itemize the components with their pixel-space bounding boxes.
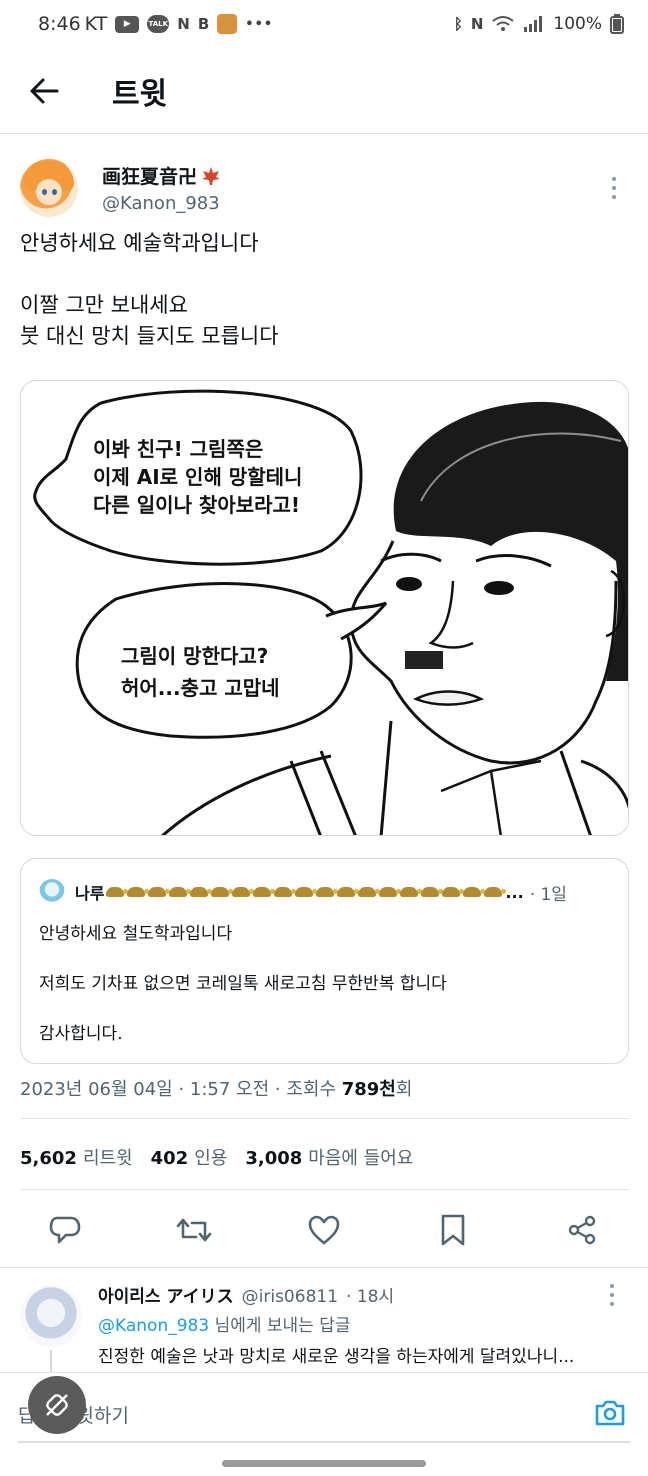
quotes-stat[interactable]: 402 인용: [151, 1144, 228, 1170]
tweet-actions: [0, 1198, 648, 1260]
tweet-image[interactable]: 이봐 친구! 그림쪽은 이제 AI로 인해 망할테니 다른 일이나 찾아보라고!…: [20, 380, 629, 836]
game-app-icon: [217, 14, 238, 34]
turtle-emoji-icon: [358, 887, 381, 897]
turtle-emoji-icon: [421, 887, 444, 897]
quote-tweet[interactable]: 나루 ... · 1일 안녕하세요 철도학과입니다 저희도 기차표 없으면 코레…: [20, 858, 629, 1064]
reply-more-icon[interactable]: [610, 1284, 614, 1306]
turtle-emoji-icon: [379, 887, 402, 897]
turtle-emoji-icon: [211, 887, 234, 897]
turtle-emoji-icon: [442, 887, 465, 897]
reply-to-line: @Kanon_983 님에게 보내는 답글: [98, 1316, 351, 1336]
reply-author-handle: @iris06811: [241, 1287, 339, 1307]
top-app-bar: 트윗: [0, 48, 648, 134]
clock: 8:46: [38, 13, 81, 35]
quote-author-avatar: [39, 879, 65, 905]
bubble1-line: 이제 AI로 인해 망할테니: [93, 465, 302, 489]
carrier: KT: [84, 13, 108, 35]
back-button[interactable]: [12, 59, 76, 123]
compose-bar: 답글 트윗하기: [0, 1372, 648, 1448]
view-suffix: 회: [395, 1079, 413, 1100]
floating-toggle-button[interactable]: [28, 1376, 86, 1434]
divider: [20, 1189, 629, 1190]
nfc-icon: Ν: [470, 15, 484, 33]
turtle-emoji-icon: [484, 887, 507, 897]
tweet-stats: 5,602 리트윗 402 인용 3,008 마음에 들어요: [20, 1144, 413, 1170]
turtle-emoji-icon: [127, 887, 150, 897]
turtle-emoji-icon: [463, 887, 486, 897]
status-bar: 8:46 KT ▶ TALK N B ••• ᛒ Ν 100%: [0, 0, 648, 48]
bluetooth-icon: ᛒ: [453, 15, 463, 33]
tweet-paragraph: 이짤 그만 보내세요 붓 대신 망치 들지도 모릅니다: [20, 293, 279, 348]
more-notifications-icon: •••: [245, 16, 274, 32]
reply-icon[interactable]: [43, 1208, 87, 1252]
maple-leaf-icon: [202, 166, 221, 185]
youtube-icon: ▶: [115, 15, 140, 33]
tweet-paragraph: 안녕하세요 예술학과입니다: [20, 231, 259, 255]
turtle-emoji-icon: [190, 887, 213, 897]
hide-icon: [46, 1394, 68, 1416]
signal-icon: [524, 16, 543, 32]
b-app-icon: B: [197, 15, 210, 33]
talk-icon: TALK: [147, 15, 170, 33]
battery-percent: 100%: [553, 14, 602, 34]
reply-text: 진정한 예술은 낫과 망치로 새로운 생각을 하는자에게 달려있나니...: [98, 1347, 575, 1367]
camera-icon[interactable]: [590, 1393, 630, 1433]
home-indicator: [222, 1460, 426, 1467]
reply-time: · 18시: [346, 1287, 395, 1307]
mention-link[interactable]: @Kanon_983: [98, 1316, 209, 1336]
reply-author-name[interactable]: 아이리스 アイリス: [98, 1282, 234, 1307]
divider: [0, 1267, 648, 1268]
author-avatar[interactable]: [20, 159, 78, 217]
share-icon[interactable]: [560, 1208, 604, 1252]
input-underline: [18, 1441, 630, 1443]
quote-line: 저희도 기차표 없으면 코레일톡 새로고침 무한반복 합니다: [39, 974, 447, 994]
author-display-name[interactable]: 画狂夏音卍: [102, 162, 197, 189]
quote-author-name: 나루 ...: [75, 882, 524, 904]
tweet-text: 안녕하세요 예술학과입니다 이짤 그만 보내세요 붓 대신 망치 들지도 모릅니…: [20, 228, 628, 383]
bubble2-line: 허어...충고 고맙네: [121, 676, 280, 700]
turtle-emoji-icon: [232, 887, 255, 897]
turtle-emoji-icon: [274, 887, 297, 897]
bubble2-line: 그림이 망한다고?: [121, 644, 268, 668]
bubble1-line: 이봐 친구! 그림쪽은: [93, 437, 263, 461]
turtle-emoji-icon: [400, 887, 423, 897]
turtle-emoji-icon: [295, 887, 318, 897]
bookmark-icon[interactable]: [431, 1208, 475, 1252]
battery-icon: [610, 14, 624, 34]
retweet-icon[interactable]: [172, 1208, 216, 1252]
turtle-emoji-icon: [253, 887, 276, 897]
n-app-icon: N: [177, 15, 190, 33]
tweet-date: 2023년 06월 04일 · 1:57 오전 · 조회수: [20, 1079, 342, 1100]
turtle-emoji-icon: [169, 887, 192, 897]
reply-author-avatar[interactable]: [20, 1285, 82, 1347]
turtle-emoji-icon: [148, 887, 171, 897]
turtle-emoji-icon: [106, 887, 129, 897]
turtle-emoji-icon: [337, 887, 360, 897]
turtle-emoji-icon: [316, 887, 339, 897]
page-title: 트윗: [112, 76, 168, 112]
like-icon[interactable]: [302, 1208, 346, 1252]
more-icon[interactable]: [600, 168, 628, 208]
author-handle: @Kanon_983: [102, 193, 220, 214]
tweet-meta: 2023년 06월 04일 · 1:57 오전 · 조회수 789천회: [20, 1075, 412, 1101]
quote-line: 감사합니다.: [39, 1024, 123, 1044]
quote-time: · 1일: [529, 884, 567, 905]
bubble1-line: 다른 일이나 찾아보라고!: [93, 493, 300, 517]
back-arrow-icon: [30, 78, 59, 103]
retweets-stat[interactable]: 5,602 리트윗: [20, 1144, 133, 1170]
likes-stat[interactable]: 3,008 마음에 들어요: [245, 1144, 413, 1170]
divider: [20, 1118, 629, 1119]
view-count: 789천: [341, 1079, 396, 1100]
quote-line: 안녕하세요 철도학과입니다: [39, 924, 233, 944]
thread-line: [50, 1350, 52, 1372]
wifi-icon: [492, 16, 515, 31]
tweet-author: 画狂夏音卍 @Kanon_983: [20, 156, 628, 220]
reply-header: 아이리스 アイリス @iris06811 · 18시: [98, 1282, 394, 1307]
